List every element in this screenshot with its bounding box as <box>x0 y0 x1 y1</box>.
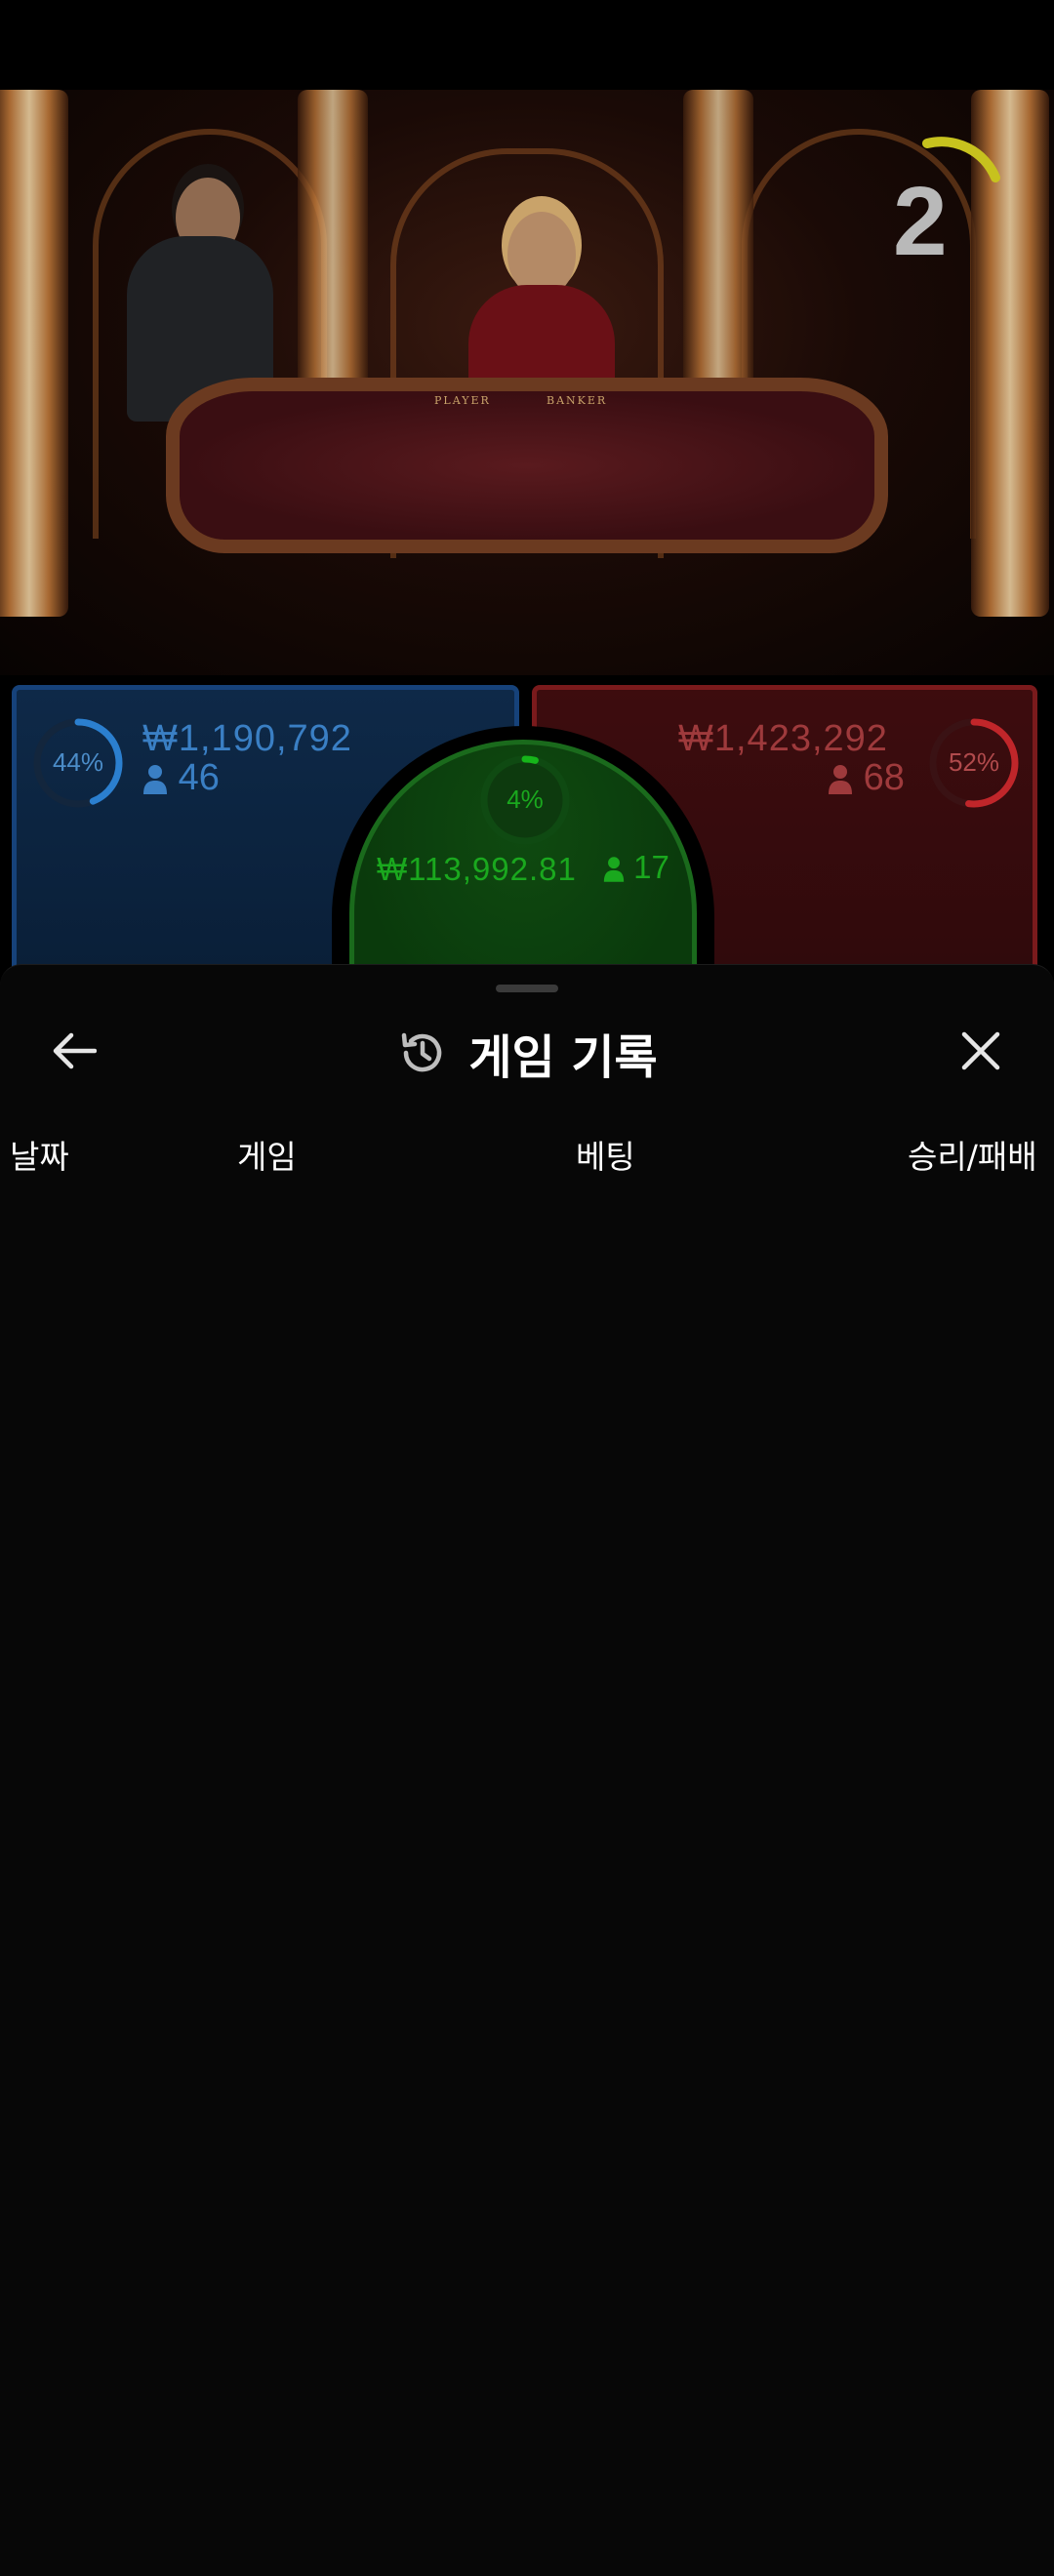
game-history-sheet: 게임 기록 날짜 게임 베팅 승리/패배 <box>0 964 1054 2576</box>
tie-percent: 4% <box>507 785 544 814</box>
banker-amount: ₩1,423,292 <box>678 718 888 759</box>
close-button[interactable] <box>952 1022 1010 1080</box>
close-icon <box>961 1031 1000 1070</box>
history-icon <box>402 1032 442 1072</box>
table-label-player: PLAYER <box>434 394 491 407</box>
column-header-date: 날짜 <box>10 1138 69 1176</box>
column-header-game: 게임 <box>237 1138 297 1176</box>
tie-count: 17 <box>603 849 669 886</box>
table-label-banker: BANKER <box>547 394 608 407</box>
player-percent-ring: 44% <box>31 716 125 810</box>
player-percent: 44% <box>52 747 104 777</box>
column-header-bet: 베팅 <box>576 1138 635 1176</box>
decor-pillar <box>683 90 753 402</box>
banker-percent: 52% <box>948 747 1000 777</box>
live-video-feed: PLAYER BANKER 2 <box>0 90 1054 675</box>
baccarat-table <box>166 378 888 553</box>
countdown-timer: 2 <box>893 167 948 276</box>
person-icon <box>829 764 852 794</box>
betting-area: 44% ₩1,190,792 46 ₩1,423,292 68 52% 4% ₩… <box>0 675 1054 1032</box>
column-header-win-loss: 승리/패배 <box>908 1138 1037 1176</box>
person-icon <box>143 764 167 794</box>
tie-count-value: 17 <box>633 849 669 885</box>
person-icon <box>603 857 625 882</box>
tie-amount: ₩113,992.81 <box>377 851 577 887</box>
decor-pillar <box>298 90 368 402</box>
sheet-drag-handle[interactable] <box>496 985 558 992</box>
banker-percent-ring: 52% <box>927 716 1021 810</box>
sheet-header: 게임 기록 <box>0 1014 1054 1092</box>
banker-count-value: 68 <box>863 757 905 798</box>
player-count: 46 <box>142 757 220 799</box>
history-table-header: 날짜 게임 베팅 승리/패배 <box>0 1131 1054 1180</box>
player-count-value: 46 <box>178 757 220 798</box>
sheet-title: 게임 기록 <box>468 1030 658 1085</box>
decor-pillar <box>0 90 68 617</box>
banker-count: 68 <box>828 757 905 799</box>
tie-percent-ring: 4% <box>478 753 572 847</box>
player-amount: ₩1,190,792 <box>142 718 352 759</box>
history-table-body <box>0 1199 1054 2546</box>
